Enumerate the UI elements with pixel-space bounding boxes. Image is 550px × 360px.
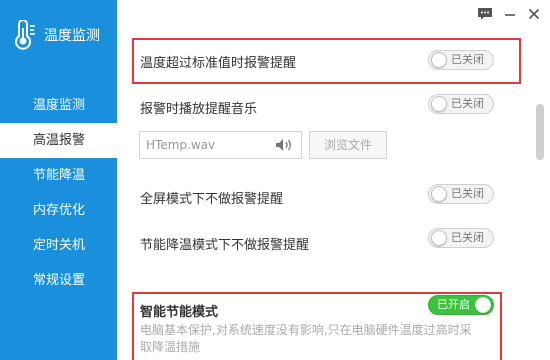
close-icon xyxy=(528,8,540,20)
fullscreen-no-alert-label: 全屏模式下不做报警提醒 xyxy=(140,192,284,207)
smart-eco-description: 电脑基本保护,对系统速度没有影响,只在电脑硬件温度过高时采取降温措施 xyxy=(140,323,472,354)
toggle-state: 已开启 xyxy=(437,298,470,311)
sidebar-item-energy-cooling[interactable]: 节能降温 xyxy=(0,158,117,193)
toggle-knob xyxy=(431,230,447,246)
fullscreen-no-alert-toggle[interactable]: 已关闭 xyxy=(428,184,494,204)
brand: 温度监测 xyxy=(10,18,100,52)
over-limit-alert-toggle[interactable]: 已关闭 xyxy=(428,50,494,70)
smart-eco-label: 智能节能模式 xyxy=(140,305,219,320)
speaker-icon[interactable] xyxy=(275,138,293,152)
toggle-state: 已关闭 xyxy=(451,231,484,244)
eco-no-alert-label: 节能降温模式下不做报警提醒 xyxy=(140,238,310,253)
minimize-button[interactable] xyxy=(502,6,518,22)
thermometer-icon xyxy=(15,20,35,50)
over-limit-alert-label: 温度超过标准值时报警提醒 xyxy=(140,56,297,71)
toggle-state: 已关闭 xyxy=(451,187,484,200)
browse-file-button[interactable]: 浏览文件 xyxy=(309,131,387,159)
sidebar-item-memory-optimize[interactable]: 内存优化 xyxy=(0,193,117,228)
sidebar-item-general-settings[interactable]: 常规设置 xyxy=(0,263,117,298)
play-music-toggle[interactable]: 已关闭 xyxy=(428,94,494,114)
toggle-knob xyxy=(431,96,447,112)
toggle-state: 已关闭 xyxy=(451,53,484,66)
close-button[interactable] xyxy=(526,6,542,22)
toggle-knob xyxy=(475,297,491,313)
scrollbar-thumb[interactable] xyxy=(536,104,544,160)
sidebar-item-high-temp-alert[interactable]: 高温报警 xyxy=(0,123,117,158)
sidebar-nav: 温度监测 高温报警 节能降温 内存优化 定时关机 常规设置 xyxy=(0,88,117,298)
toggle-state: 已关闭 xyxy=(451,97,484,110)
sound-file-field[interactable]: HTemp.wav xyxy=(139,131,302,159)
app-title: 温度监测 xyxy=(44,28,100,44)
toggle-knob xyxy=(431,186,447,202)
scrollbar-track[interactable] xyxy=(534,28,546,360)
feedback-icon xyxy=(478,8,492,20)
sidebar-item-scheduled-shutdown[interactable]: 定时关机 xyxy=(0,228,117,263)
toggle-knob xyxy=(431,52,447,68)
feedback-button[interactable] xyxy=(476,6,494,22)
sound-file-name: HTemp.wav xyxy=(146,138,216,152)
minimize-icon xyxy=(505,14,515,16)
smart-eco-toggle[interactable]: 已开启 xyxy=(428,295,494,315)
play-music-label: 报警时播放提醒音乐 xyxy=(140,102,258,117)
sidebar: 温度监测 温度监测 高温报警 节能降温 内存优化 定时关机 常规设置 xyxy=(0,0,117,360)
eco-no-alert-toggle[interactable]: 已关闭 xyxy=(428,228,494,248)
sidebar-item-temp-monitor[interactable]: 温度监测 xyxy=(0,88,117,123)
